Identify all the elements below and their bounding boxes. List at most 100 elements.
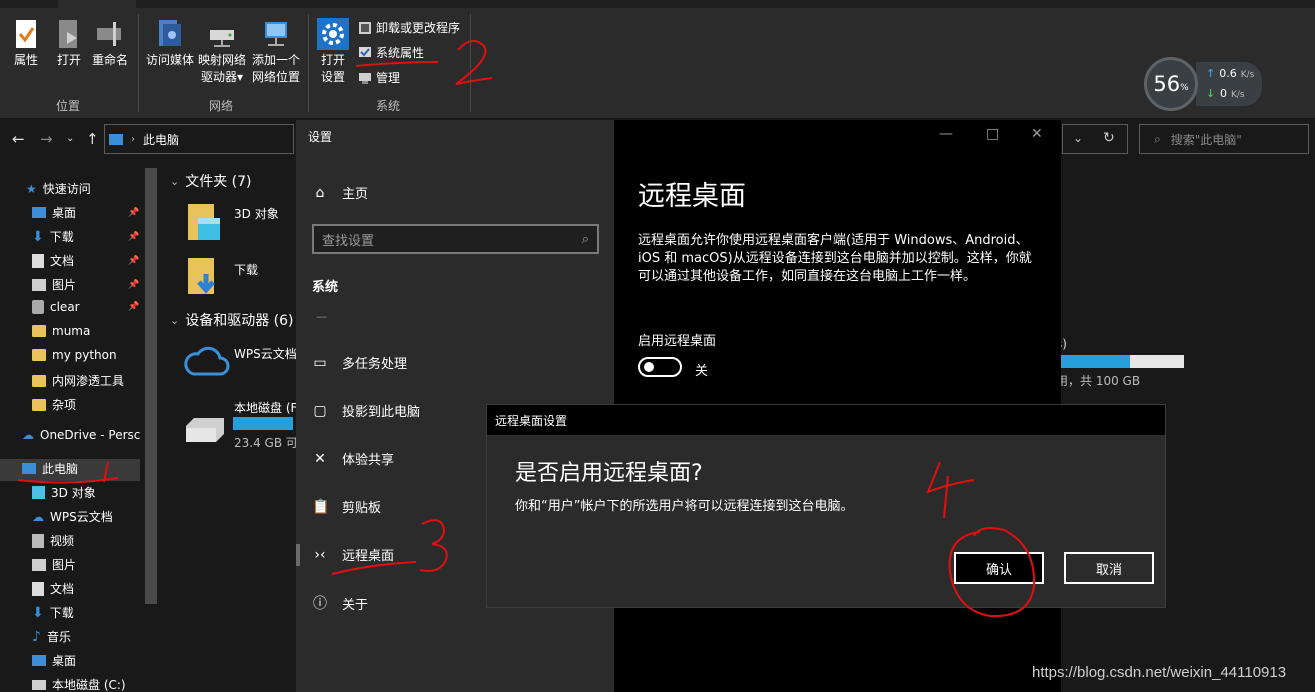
network-location-icon [265,22,287,46]
nav-pc-wps-cloud[interactable]: ☁ WPS云文档 [32,508,113,525]
folder-3d-objects[interactable] [186,200,226,247]
local-disk-usage-bar [233,417,293,430]
nav-pc-downloads[interactable]: ⬇ 下载 [32,604,74,621]
folder-icon [32,374,46,387]
properties-button[interactable]: 属性 [10,18,42,69]
ribbon-tab-computer[interactable] [58,0,136,8]
system-properties-button[interactable]: 系统属性 [358,44,424,61]
multitasking-icon: ▭ [313,354,327,371]
close-icon[interactable]: ✕ [1031,126,1043,142]
rename-button[interactable]: 重命名 [90,18,130,69]
settings-nav-clipboard[interactable]: 📋 剪贴板 [312,497,381,517]
cube-icon [32,486,45,499]
info-icon: ⓘ [313,596,327,612]
nav-item-muma[interactable]: muma [32,324,90,338]
forward-arrow-icon[interactable]: → [40,130,53,148]
manage-icon [359,72,371,84]
cancel-button[interactable]: 取消 [1064,552,1154,584]
folder-3d-objects-label: 3D 对象 [234,207,279,221]
upload-arrow-icon: ↑ [1206,67,1216,80]
chevron-down-icon: ⌄ [170,313,180,327]
maximize-icon[interactable]: □ [986,126,999,142]
settings-window-title: 设置 [308,130,333,144]
address-field[interactable]: › 此电脑 [104,124,294,154]
properties-icon [16,20,36,48]
group-label-location: 位置 [56,99,81,113]
other-disk-usage-bar [1056,355,1184,368]
page-title: 远程桌面 [638,181,746,212]
nav-item-desktop[interactable]: 桌面 📌 [32,204,139,221]
access-media-button[interactable]: 访问媒体 [144,18,196,69]
refresh-icon[interactable]: ↻ [1103,130,1115,146]
ribbon-separator [308,14,309,112]
map-network-drive-button[interactable]: 映射网络 驱动器▾ [196,18,248,86]
dialog-heading: 是否启用远程桌面? [515,461,703,486]
pin-icon: 📌 [128,255,140,266]
open-settings-button[interactable]: 打开 设置 [316,18,350,86]
chevron-down-icon: ⌄ [170,174,180,188]
minimize-icon[interactable]: — [939,126,953,142]
settings-nav-remote-desktop[interactable]: ›‹ 远程桌面 [312,545,394,565]
breadcrumb-this-pc[interactable]: 此电脑 [143,131,179,148]
remote-desktop-dialog: 远程桌面设置 是否启用远程桌面? 你和“用户”帐户下的所选用户将可以远程连接到这… [486,404,1166,608]
dialog-titlebar: 远程桌面设置 [487,405,1165,435]
local-disk-f[interactable] [182,416,228,447]
search-input[interactable]: ⌕ 搜索"此电脑" [1139,124,1309,154]
nav-item-misc[interactable]: 杂项 [32,396,76,413]
pin-icon: 📌 [128,302,140,312]
nav-pc-3d-objects[interactable]: 3D 对象 [32,484,96,501]
nav-quick-access[interactable]: ★ 快速访问 [26,180,91,197]
nav-item-downloads[interactable]: ⬇ 下载 📌 [32,228,139,245]
3d-objects-folder-icon [188,204,220,240]
nav-this-pc[interactable]: 此电脑 [22,460,78,477]
wps-cloud-icon [184,346,230,376]
nav-scrollbar[interactable] [145,168,157,604]
download-icon: ⬇ [32,604,44,621]
pictures-icon [32,558,46,571]
wps-cloud-label: WPS云文档 [234,347,297,361]
settings-nav-about[interactable]: ⓘ 关于 [312,593,368,613]
settings-home[interactable]: ⌂ 主页 [312,183,368,203]
nav-pc-videos[interactable]: 视频 [32,532,74,549]
enable-remote-desktop-toggle[interactable] [638,357,682,377]
memory-usage-gauge[interactable]: 56% [1144,57,1198,111]
folder-downloads[interactable] [186,254,226,301]
add-network-location-button[interactable]: 添加一个 网络位置 [250,18,302,86]
settings-nav-shared-experiences[interactable]: ✕ 体验共享 [312,449,394,469]
clipped-nav-item: — [316,310,327,318]
open-button[interactable]: 打开 [54,18,84,69]
group-header-folders[interactable]: ⌄ 文件夹 (7) [170,171,252,191]
nav-onedrive[interactable]: ☁ OneDrive - Persc [22,428,140,442]
home-icon: ⌂ [315,184,325,201]
nav-item-pictures[interactable]: 图片 📌 [32,276,139,293]
nav-pc-music[interactable]: ♪ 音乐 [32,628,71,645]
group-header-devices[interactable]: ⌄ 设备和驱动器 (6) [170,310,294,330]
nav-item-clear[interactable]: clear 📌 [32,300,139,314]
nav-item-documents[interactable]: 文档 📌 [32,252,139,269]
enable-remote-desktop-label: 启用远程桌面 [638,334,717,349]
settings-nav-project[interactable]: ▢ 投影到此电脑 [312,401,420,421]
address-dropdown-icon[interactable]: ⌄ [1073,131,1083,145]
nav-item-intranet-tools[interactable]: 内网渗透工具 [32,372,124,389]
confirm-button[interactable]: 确认 [954,552,1044,584]
settings-nav-multitasking[interactable]: ▭ 多任务处理 [312,353,407,373]
settings-search-input[interactable]: 查找设置 ⌕ [312,224,599,254]
manage-button[interactable]: 管理 [358,69,400,86]
toggle-knob [644,362,654,372]
recent-locations-chevron-icon[interactable]: ⌄ [66,133,74,144]
uninstall-programs-button[interactable]: 卸载或更改程序 [358,19,460,36]
computer-icon [22,463,36,474]
folder-icon [32,398,46,411]
document-icon [32,253,44,268]
address-controls: ⌄ ↻ [1062,124,1128,154]
nav-item-my-python[interactable]: my python [32,348,117,362]
up-arrow-icon[interactable]: ↑ [86,130,99,148]
pin-icon: 📌 [128,279,140,290]
nav-pc-desktop[interactable]: 桌面 [32,652,76,669]
nav-pc-local-disk-c[interactable]: 本地磁盘 (C:) [32,676,126,692]
nav-pc-pictures[interactable]: 图片 [32,556,76,573]
back-arrow-icon[interactable]: ← [12,130,25,148]
wps-cloud-drive[interactable] [182,344,230,381]
search-icon: ⌕ [1154,131,1161,146]
nav-pc-documents[interactable]: 文档 [32,580,74,597]
